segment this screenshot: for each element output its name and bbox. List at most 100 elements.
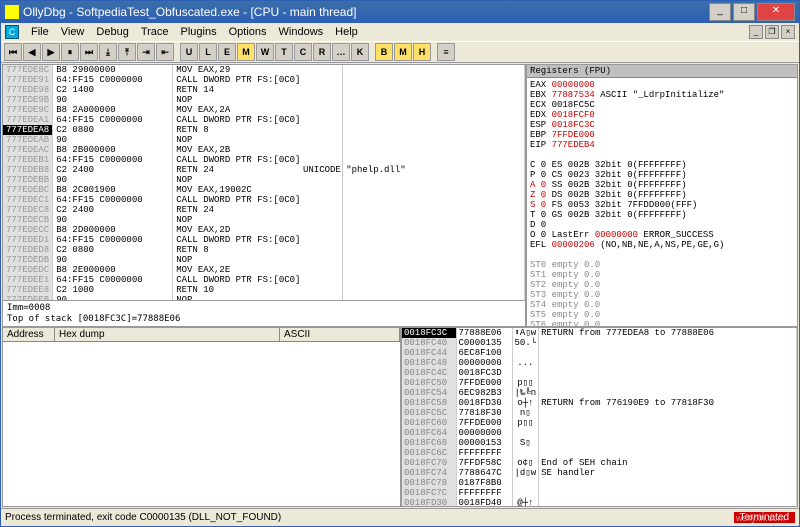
hex-dump-pane[interactable]: AddressHex dumpASCII	[3, 328, 402, 506]
disasm-row[interactable]: 777EDED8C2 0800RETN 8	[3, 245, 525, 255]
disasm-row[interactable]: 777EDEEB90NOP	[3, 295, 525, 300]
menu-windows[interactable]: Windows	[273, 25, 330, 39]
disasm-row[interactable]: 777EDEC8C2 2400RETN 24	[3, 205, 525, 215]
stack-row[interactable]: 0018FC6CFFFFFFFF	[402, 448, 797, 458]
stack-row[interactable]: 0018FC7CFFFFFFFF	[402, 488, 797, 498]
stack-row[interactable]: 0018FD300018FD40@┼↑	[402, 498, 797, 506]
toolbar: ⏮◀▶⏸⏭⤓⤒⇥⇤ULEMWTCR…KBMH≡	[1, 41, 799, 63]
stack-row[interactable]: 0018FC507FFDE000p▯▯	[402, 378, 797, 388]
stack-row[interactable]: 0018FC4C0018FC3D	[402, 368, 797, 378]
titlebar[interactable]: OllyDbg - SoftpediaTest_Obfuscated.exe -…	[1, 1, 799, 23]
register-line: ST4 empty 0.0	[530, 300, 794, 310]
disasm-row[interactable]: 777EDEE164:FF15 C0000000CALL DWORD PTR F…	[3, 275, 525, 285]
toolbar-button-8[interactable]: ⇤	[156, 43, 174, 61]
disasm-row[interactable]: 777EDEDCB8 2E000000MOV EAX,2E	[3, 265, 525, 275]
disasm-row[interactable]: 777EDEBCB8 2C001900MOV EAX,19002C	[3, 185, 525, 195]
toolbar-button-19[interactable]: K	[351, 43, 369, 61]
disasm-row[interactable]: 777EDE8CB8 29000000MOV EAX,29	[3, 65, 525, 75]
register-line	[530, 150, 794, 160]
register-line: P 0 CS 0023 32bit 0(FFFFFFFF)	[530, 170, 794, 180]
disasm-row[interactable]: 777EDEACB8 2B000000MOV EAX,2B	[3, 145, 525, 155]
stack-row[interactable]: 0018FC6800000153S▯	[402, 438, 797, 448]
minimize-button[interactable]: _	[709, 3, 731, 21]
disasm-row[interactable]: 777EDE9B90NOP	[3, 95, 525, 105]
stack-pane[interactable]: 0018FC3C77888E06⬆A▯wRETURN from 777EDEA8…	[402, 328, 797, 506]
mdi-minimize-button[interactable]: _	[749, 25, 763, 39]
status-text: Process terminated, exit code C0000135 (…	[5, 512, 281, 523]
toolbar-button-16[interactable]: C	[294, 43, 312, 61]
statusbar: Process terminated, exit code C0000135 (…	[1, 508, 799, 526]
mdi-close-button[interactable]: ×	[781, 25, 795, 39]
disasm-row[interactable]: 777EDEAB90NOP	[3, 135, 525, 145]
toolbar-button-6[interactable]: ⤒	[118, 43, 136, 61]
disasm-row[interactable]: 777EDE98C2 1400RETN 14	[3, 85, 525, 95]
menu-file[interactable]: File	[25, 25, 55, 39]
registers-header: Registers (FPU)	[527, 65, 797, 78]
toolbar-button-1[interactable]: ◀	[23, 43, 41, 61]
register-line: O 0 LastErr 00000000 ERROR_SUCCESS	[530, 230, 794, 240]
disasm-row[interactable]: 777EDEBB90NOP	[3, 175, 525, 185]
stack-row[interactable]: 0018FC546EC982B3|‰╚n	[402, 388, 797, 398]
toolbar-button-22[interactable]: M	[394, 43, 412, 61]
maximize-button[interactable]: □	[733, 3, 755, 21]
toolbar-button-10[interactable]: U	[180, 43, 198, 61]
toolbar-button-0[interactable]: ⏮	[4, 43, 22, 61]
toolbar-button-21[interactable]: B	[375, 43, 393, 61]
app-icon	[5, 5, 19, 19]
disasm-row[interactable]: 777EDE9CB8 2A000000MOV EAX,2A	[3, 105, 525, 115]
disasm-row[interactable]: 777EDEDB90NOP	[3, 255, 525, 265]
toolbar-button-25[interactable]: ≡	[437, 43, 455, 61]
stack-row[interactable]: 0018FC707FFDF58Co¢▯End of SEH chain	[402, 458, 797, 468]
toolbar-button-5[interactable]: ⤓	[99, 43, 117, 61]
toolbar-button-13[interactable]: M	[237, 43, 255, 61]
toolbar-button-14[interactable]: W	[256, 43, 274, 61]
disasm-row[interactable]: 777EDEA164:FF15 C0000000CALL DWORD PTR F…	[3, 115, 525, 125]
stack-row[interactable]: 0018FC607FFDE000p▯▯	[402, 418, 797, 428]
toolbar-button-12[interactable]: E	[218, 43, 236, 61]
main-window: OllyDbg - SoftpediaTest_Obfuscated.exe -…	[0, 0, 800, 527]
disasm-row[interactable]: 777EDEA8C2 0800RETN 8	[3, 125, 525, 135]
stack-row[interactable]: 0018FC3C77888E06⬆A▯wRETURN from 777EDEA8…	[402, 328, 797, 338]
disasm-row[interactable]: 777EDEC164:FF15 C0000000CALL DWORD PTR F…	[3, 195, 525, 205]
menu-options[interactable]: Options	[223, 25, 273, 39]
toolbar-separator	[175, 43, 179, 61]
disassembly-pane[interactable]: 777EDE8CB8 29000000MOV EAX,29777EDE9164:…	[3, 65, 525, 300]
toolbar-button-17[interactable]: R	[313, 43, 331, 61]
disasm-row[interactable]: 777EDED164:FF15 C0000000CALL DWORD PTR F…	[3, 235, 525, 245]
disasm-row[interactable]: 777EDEE8C2 1000RETN 10	[3, 285, 525, 295]
register-line: EDX 0018FCF0	[530, 110, 794, 120]
dump-header-address[interactable]: Address	[3, 328, 55, 341]
registers-pane[interactable]: Registers (FPU) EAX 00000000EBX 77887534…	[527, 65, 797, 326]
toolbar-button-4[interactable]: ⏭	[80, 43, 98, 61]
close-button[interactable]: ✕	[757, 3, 795, 21]
dump-header-hex-dump[interactable]: Hex dump	[55, 328, 280, 341]
menu-view[interactable]: View	[55, 25, 91, 39]
menu-plugins[interactable]: Plugins	[175, 25, 223, 39]
stack-row[interactable]: 0018FC5C77818F30n▯	[402, 408, 797, 418]
stack-row[interactable]: 0018FC4800000000...	[402, 358, 797, 368]
toolbar-button-15[interactable]: T	[275, 43, 293, 61]
disasm-row[interactable]: 777EDE9164:FF15 C0000000CALL DWORD PTR F…	[3, 75, 525, 85]
menu-debug[interactable]: Debug	[90, 25, 134, 39]
disasm-row[interactable]: 777EDEB8C2 2400RETN 24	[3, 165, 525, 175]
stack-row[interactable]: 0018FC6400000000	[402, 428, 797, 438]
menu-help[interactable]: Help	[329, 25, 364, 39]
dump-header-ascii[interactable]: ASCII	[280, 328, 400, 341]
stack-row[interactable]: 0018FC580018FD30o┼↑RETURN from 776190E9 …	[402, 398, 797, 408]
toolbar-button-11[interactable]: L	[199, 43, 217, 61]
stack-row[interactable]: 0018FC446EC8F100	[402, 348, 797, 358]
disasm-row[interactable]: 777EDECCB8 2D000000MOV EAX,2D	[3, 225, 525, 235]
stack-row[interactable]: 0018FC40C000013550.└	[402, 338, 797, 348]
disasm-row[interactable]: 777EDEB164:FF15 C0000000CALL DWORD PTR F…	[3, 155, 525, 165]
stack-row[interactable]: 0018FC780187F8B0	[402, 478, 797, 488]
stack-row[interactable]: 0018FC747788647C|d▯wSE handler	[402, 468, 797, 478]
child-window-icon[interactable]: C	[5, 25, 19, 39]
toolbar-button-2[interactable]: ▶	[42, 43, 60, 61]
disasm-row[interactable]: 777EDECB90NOP	[3, 215, 525, 225]
toolbar-button-7[interactable]: ⇥	[137, 43, 155, 61]
toolbar-button-18[interactable]: …	[332, 43, 350, 61]
toolbar-button-3[interactable]: ⏸	[61, 43, 79, 61]
mdi-restore-button[interactable]: ❐	[765, 25, 779, 39]
menu-trace[interactable]: Trace	[135, 25, 175, 39]
toolbar-button-23[interactable]: H	[413, 43, 431, 61]
